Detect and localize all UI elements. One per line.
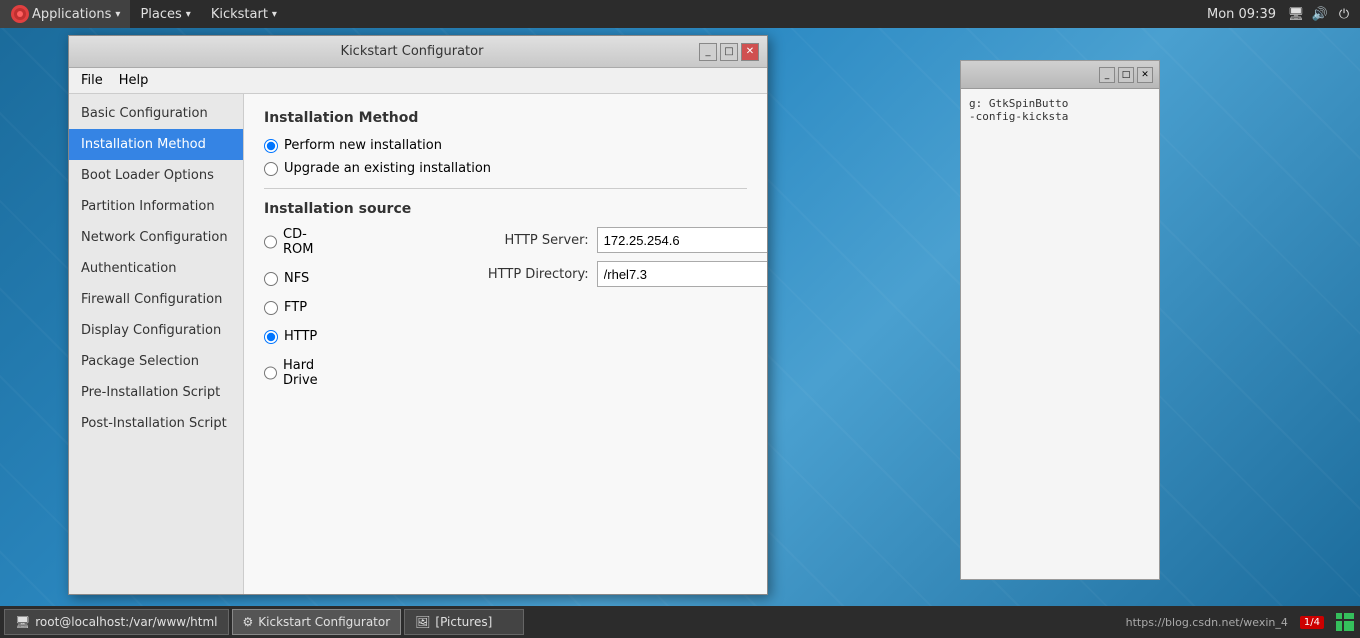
distro-logo [1334,611,1356,633]
installation-method-title: Installation Method [264,110,747,126]
taskbar-page-num: 1/4 [1300,616,1324,629]
applications-arrow: ▾ [115,9,120,20]
ftp-text: FTP [284,300,307,315]
bg-line2: -config-kicksta [969,110,1151,123]
taskbar-kickstart-label: Kickstart Configurator [258,615,390,629]
nfs-radio[interactable] [264,272,278,286]
perform-new-text: Perform new installation [284,138,442,153]
places-arrow: ▾ [186,9,191,20]
applications-label: Applications [32,7,111,22]
power-icon[interactable]: ⏻ [1332,0,1356,28]
bg-window-content: g: GtkSpinButto -config-kicksta [961,89,1159,579]
maximize-button[interactable]: □ [720,43,738,61]
taskbar-terminal-label: root@localhost:/var/www/html [35,615,217,629]
main-panel: Installation Method Perform new installa… [244,94,767,594]
sidebar-item-pre-installation-script[interactable]: Pre-Installation Script [69,377,243,408]
taskbar-terminal[interactable]: 🖥 root@localhost:/var/www/html [4,609,229,635]
upgrade-text: Upgrade an existing installation [284,161,491,176]
upgrade-radio-group: Upgrade an existing installation [264,161,747,176]
source-radios: CD-ROM NFS FTP HTTP [264,227,319,396]
help-menu[interactable]: Help [111,71,157,90]
display-icon[interactable]: 🖥 [1284,0,1308,28]
kickstart-label: Kickstart [211,7,268,22]
source-layout: CD-ROM NFS FTP HTTP [264,227,747,396]
http-server-label: HTTP Server: [469,233,589,248]
harddrive-text: Hard Drive [283,358,319,388]
perform-new-radio[interactable] [264,139,278,153]
taskbar-url: https://blog.csdn.net/wexin_4 [1118,616,1296,629]
places-label: Places [140,7,181,22]
sidebar-item-installation-method[interactable]: Installation Method [69,129,243,160]
top-panel: Applications ▾ Places ▾ Kickstart ▾ Mon … [0,0,1360,28]
bg-maximize-button[interactable]: □ [1118,67,1134,83]
window-content: Basic Configuration Installation Method … [69,94,767,594]
nfs-text: NFS [284,271,309,286]
sidebar-item-authentication[interactable]: Authentication [69,253,243,284]
http-directory-row: HTTP Directory: [469,261,767,287]
http-label[interactable]: HTTP [264,329,319,344]
divider [264,188,747,189]
sidebar-item-package-selection[interactable]: Package Selection [69,346,243,377]
upgrade-label[interactable]: Upgrade an existing installation [264,161,747,176]
taskbar: 🖥 root@localhost:/var/www/html ⚙ Kicksta… [0,606,1360,638]
bg-window-titlebar: _ □ ✕ [961,61,1159,89]
install-source-title: Installation source [264,201,747,217]
upgrade-radio[interactable] [264,162,278,176]
sidebar-item-display-configuration[interactable]: Display Configuration [69,315,243,346]
window-controls: _ □ ✕ [699,43,759,61]
bg-close-button[interactable]: ✕ [1137,67,1153,83]
taskbar-right: https://blog.csdn.net/wexin_4 1/4 [1118,611,1356,633]
cdrom-radio[interactable] [264,235,277,249]
taskbar-pictures-label: [Pictures] [435,615,492,629]
harddrive-label[interactable]: Hard Drive [264,358,319,388]
window-title: Kickstart Configurator [125,44,699,59]
menubar: File Help [69,68,767,94]
terminal-icon: 🖥 [15,615,30,629]
main-window: Kickstart Configurator _ □ ✕ File Help B… [68,35,768,595]
cdrom-text: CD-ROM [283,227,319,257]
sound-icon[interactable]: 🔊 [1308,0,1332,28]
kickstart-icon: ⚙ [243,615,254,629]
http-server-input[interactable] [597,227,767,253]
sidebar-item-partition-information[interactable]: Partition Information [69,191,243,222]
clock: Mon 09:39 [1199,0,1284,28]
app-logo-icon [10,4,30,24]
perform-new-radio-group: Perform new installation [264,138,747,153]
pictures-icon: 🖼 [415,615,430,629]
kickstart-arrow: ▾ [272,9,277,20]
http-server-row: HTTP Server: [469,227,767,253]
ftp-label[interactable]: FTP [264,300,319,315]
window-titlebar: Kickstart Configurator _ □ ✕ [69,36,767,68]
taskbar-kickstart[interactable]: ⚙ Kickstart Configurator [232,609,402,635]
sidebar-item-boot-loader-options[interactable]: Boot Loader Options [69,160,243,191]
harddrive-radio[interactable] [264,366,277,380]
sidebar-item-network-configuration[interactable]: Network Configuration [69,222,243,253]
bg-line1: g: GtkSpinButto [969,97,1151,110]
sidebar-item-firewall-configuration[interactable]: Firewall Configuration [69,284,243,315]
http-text: HTTP [284,329,317,344]
close-button[interactable]: ✕ [741,43,759,61]
http-directory-input[interactable] [597,261,767,287]
http-directory-label: HTTP Directory: [469,267,589,282]
http-fields: HTTP Server: HTTP Directory: [469,227,767,295]
sidebar: Basic Configuration Installation Method … [69,94,244,594]
minimize-button[interactable]: _ [699,43,717,61]
bg-minimize-button[interactable]: _ [1099,67,1115,83]
background-window: _ □ ✕ g: GtkSpinButto -config-kicksta [960,60,1160,580]
ftp-radio[interactable] [264,301,278,315]
file-menu[interactable]: File [73,71,111,90]
http-radio[interactable] [264,330,278,344]
kickstart-menu[interactable]: Kickstart ▾ [201,0,287,28]
cdrom-label[interactable]: CD-ROM [264,227,319,257]
distro-logo-icon [1335,612,1355,632]
sidebar-item-post-installation-script[interactable]: Post-Installation Script [69,408,243,439]
places-menu[interactable]: Places ▾ [130,0,200,28]
sidebar-item-basic-configuration[interactable]: Basic Configuration [69,98,243,129]
nfs-label[interactable]: NFS [264,271,319,286]
perform-new-label[interactable]: Perform new installation [264,138,747,153]
taskbar-pictures[interactable]: 🖼 [Pictures] [404,609,524,635]
applications-menu[interactable]: Applications ▾ [0,0,130,28]
